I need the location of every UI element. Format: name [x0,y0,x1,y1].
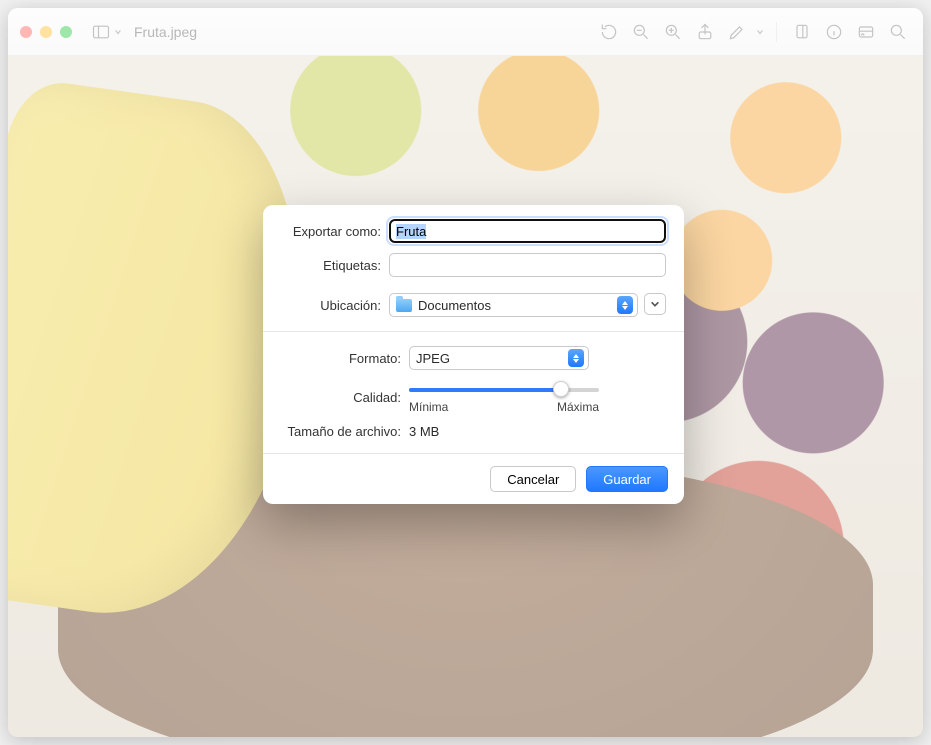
filesize-value: 3 MB [409,424,666,439]
location-popup[interactable]: Documentos [389,293,638,317]
location-value: Documentos [418,298,611,313]
quality-min-label: Mínima [409,400,448,414]
export-as-label: Exportar como: [281,224,389,239]
format-label: Formato: [281,351,409,366]
filesize-label: Tamaño de archivo: [281,424,409,439]
quality-slider[interactable] [409,380,599,398]
updown-icon [568,349,584,367]
updown-icon [617,296,633,314]
tags-input[interactable] [389,253,666,277]
quality-max-label: Máxima [557,400,599,414]
cancel-button[interactable]: Cancelar [490,466,576,492]
save-button[interactable]: Guardar [586,466,668,492]
quality-label: Calidad: [281,390,409,405]
tags-label: Etiquetas: [281,258,389,273]
location-label: Ubicación: [281,298,389,313]
export-filename-input[interactable] [389,219,666,243]
expand-location-button[interactable] [644,293,666,315]
format-popup[interactable]: JPEG [409,346,589,370]
format-value: JPEG [416,351,562,366]
export-dialog: Exportar como: Etiquetas: Ubicación: [263,205,684,504]
folder-icon [396,299,412,312]
